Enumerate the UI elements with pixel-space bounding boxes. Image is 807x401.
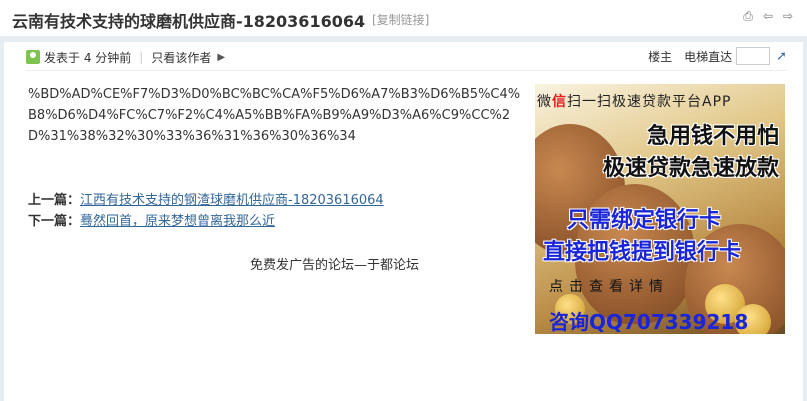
header-separator	[0, 36, 807, 42]
ad-line-details: 点击查看详情	[549, 279, 669, 295]
next-thread-link[interactable]: 蓦然回首，原来梦想曾离我那么近	[80, 214, 275, 229]
ad-line-need-money: 急用钱不用怕	[646, 124, 779, 149]
meta-divider: |	[139, 50, 144, 64]
online-status-icon	[26, 50, 40, 64]
only-author-link[interactable]: 只看该作者	[151, 49, 211, 66]
prev-next-nav: 上一篇：江西有技术支持的钢渣球磨机供应商-18203616064 下一篇：蓦然回…	[28, 190, 384, 232]
next-label: 下一篇：	[28, 214, 81, 229]
ad-line-fast-loan: 极速贷款急速放款	[602, 156, 779, 181]
thread-title: 云南有技术支持的球磨机供应商-18203616064	[12, 12, 366, 31]
jump-go-icon[interactable]: ➚	[776, 49, 787, 64]
divider-line	[26, 70, 788, 71]
title-toolbar: ⎙ ⇦ ⇨	[741, 9, 795, 23]
post-body: %BD%AD%CE%F7%D3%D0%BC%BC%CA%F5%D6%A7%B3%…	[28, 87, 521, 144]
floor-nav: 楼主 电梯直达 ➚	[648, 47, 787, 65]
print-icon[interactable]: ⎙	[741, 9, 755, 23]
prev-thread-link[interactable]: 江西有技术支持的钢渣球磨机供应商-18203616064	[80, 193, 384, 208]
ad-line-wechat: 微信扫一扫极速贷款平台APP	[537, 94, 732, 110]
ad-line-withdraw: 直接把钱提到银行卡	[543, 240, 742, 265]
thread-title-bar: 云南有技术支持的球磨机供应商-18203616064 [复制链接] ⎙ ⇦ ⇨	[0, 0, 807, 36]
prev-thread-icon[interactable]: ⇦	[761, 9, 775, 23]
loan-advertisement[interactable]: 微信扫一扫极速贷款平台APP 急用钱不用怕 极速贷款急速放款 只需绑定银行卡 直…	[535, 84, 785, 334]
floor-label: 楼主	[648, 49, 673, 64]
copy-link-button[interactable]: [复制链接]	[372, 11, 429, 28]
forum-slogan: 免费发广告的论坛—于都论坛	[250, 258, 420, 273]
post-time: 发表于 4 分钟前	[44, 50, 132, 65]
floor-jump-input[interactable]	[736, 47, 771, 65]
left-border	[0, 42, 4, 401]
arrow-right-icon: ▶	[217, 51, 226, 63]
jump-label: 电梯直达	[684, 49, 733, 64]
next-thread-icon[interactable]: ⇨	[781, 9, 795, 23]
ad-line-bind-card: 只需绑定银行卡	[567, 208, 722, 233]
ad-line-contact: 咨询QQ707339218	[549, 310, 749, 334]
prev-label: 上一篇：	[28, 193, 81, 208]
right-border	[803, 42, 807, 401]
post-meta: 发表于 4 分钟前 | 只看该作者 ▶	[26, 48, 225, 66]
